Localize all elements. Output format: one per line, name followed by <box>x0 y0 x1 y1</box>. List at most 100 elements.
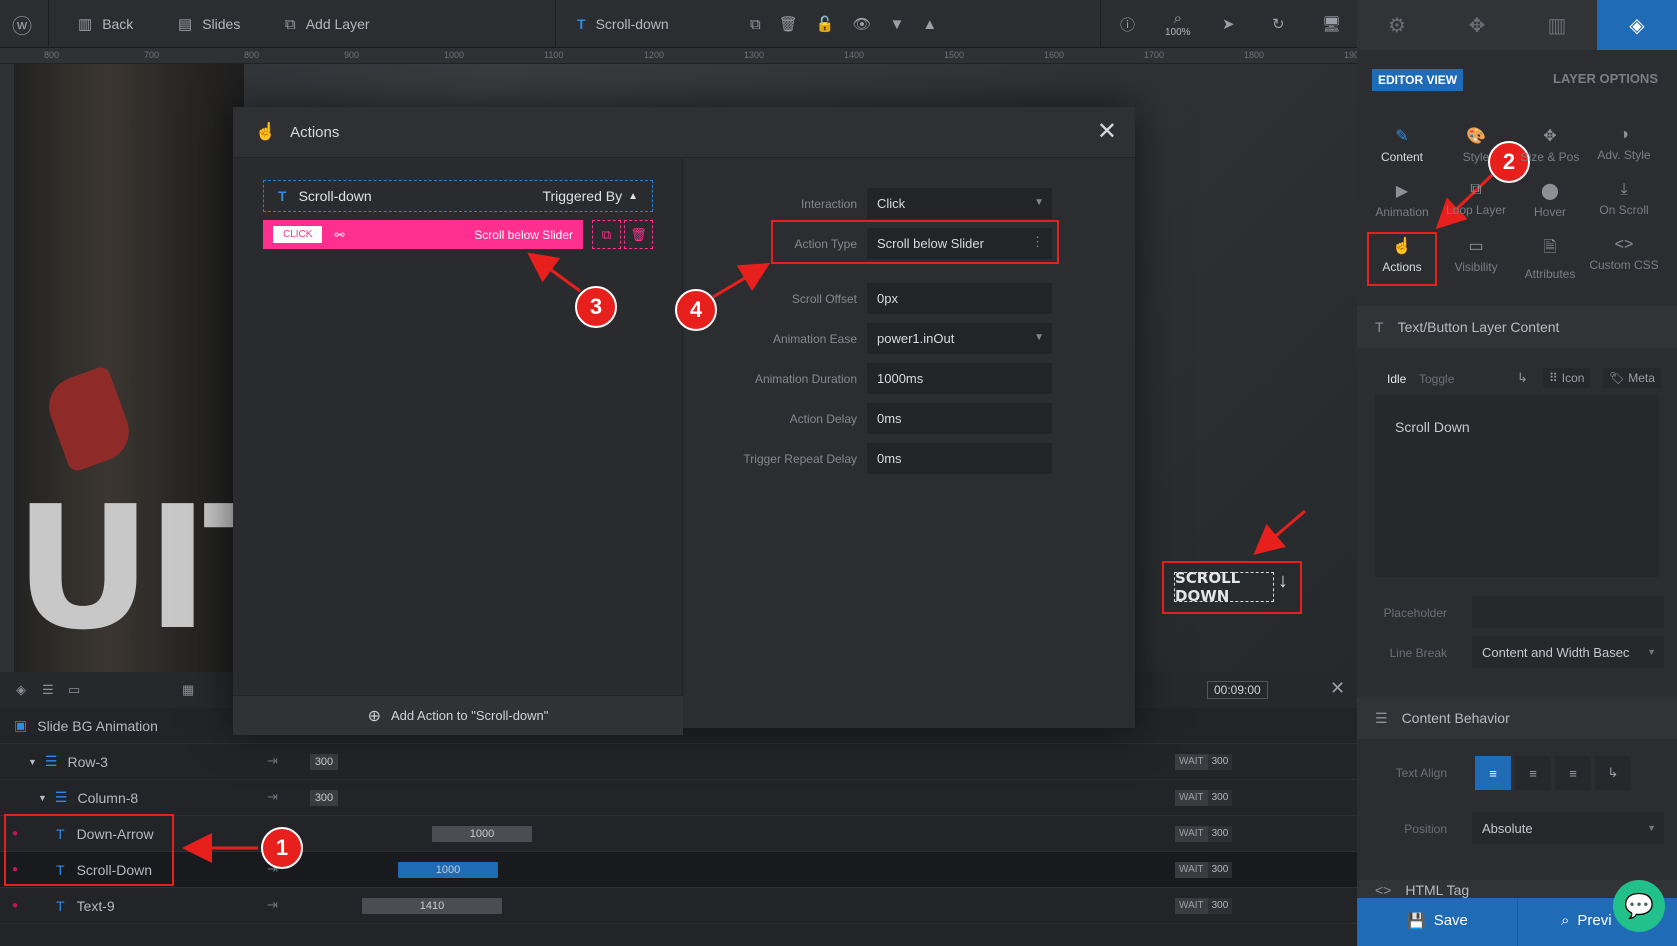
placeholder-input[interactable] <box>1472 596 1664 628</box>
field-label: Trigger Repeat Delay <box>743 452 857 466</box>
option-tab-custom-css[interactable]: <> Custom CSS <box>1587 236 1661 286</box>
editor-view-label[interactable]: EDITOR VIEW <box>1372 69 1464 91</box>
badge-4: 4 <box>675 289 717 331</box>
timeline-wait[interactable]: WAIT 300 <box>1175 862 1233 878</box>
collapse-icon[interactable]: ⇥ <box>267 789 278 805</box>
layer-options-label[interactable]: LAYER OPTIONS <box>1553 71 1658 86</box>
option-tab-size-pos[interactable]: ✥ Size & Pos <box>1513 126 1587 176</box>
timeline-bar[interactable]: 1000 <box>432 826 532 842</box>
field-animation-duration[interactable]: 1000ms <box>867 363 1052 394</box>
ruler-tick: 1400 <box>844 50 865 60</box>
timeline-row-name[interactable]: ● T Text-9 <box>0 888 290 924</box>
chevron-down-icon[interactable]: ▼ <box>890 16 905 33</box>
settings-tab-icon[interactable]: ⚙ <box>1357 0 1437 50</box>
close-icon[interactable]: ✕ <box>1097 117 1117 146</box>
slides-icon: ▤ <box>178 16 193 33</box>
meta-button[interactable]: 🏷 Meta <box>1603 368 1661 388</box>
duplicate-icon[interactable]: ⧉ <box>750 16 761 33</box>
close-timeline-icon[interactable]: ✕ <box>1330 678 1345 699</box>
timeline-row[interactable]: ● T Text-9 ⇥ 1410 WAIT 300 <box>0 888 1357 924</box>
add-layer-button[interactable]: ⧉ Add Layer <box>285 0 370 48</box>
timeline-start[interactable]: 300 <box>310 754 338 770</box>
slides-tab-icon[interactable]: ▥ <box>1517 0 1597 50</box>
line-break-select[interactable]: Content and Width Basec ▼ <box>1472 636 1664 668</box>
layers-icon[interactable]: ◈ <box>16 682 26 698</box>
timeline-wait[interactable]: WAIT 300 <box>1175 754 1233 770</box>
grid-icon[interactable]: ▦ <box>182 682 194 698</box>
field-scroll-offset[interactable]: 0px <box>867 283 1052 314</box>
option-tab-on-scroll[interactable]: ⤓ On Scroll <box>1587 181 1661 231</box>
help-button[interactable]: ⓘ <box>1120 0 1135 48</box>
section-content-behavior[interactable]: ☰ Content Behavior <box>1357 697 1677 739</box>
content-textarea[interactable]: Scroll Down <box>1375 395 1659 577</box>
field-animation-ease[interactable]: power1.inOut ▼ <box>867 323 1052 354</box>
badge-1: 1 <box>261 827 303 869</box>
align-right-icon[interactable]: ≡ <box>1555 756 1591 790</box>
layers-tab-icon[interactable]: ◈ <box>1597 0 1677 50</box>
field-trigger-repeat-delay[interactable]: 0ms <box>867 443 1052 474</box>
collapse-icon[interactable]: ⇥ <box>267 897 278 913</box>
timeline-wait[interactable]: WAIT 300 <box>1175 826 1233 842</box>
timeline-start[interactable]: 300 <box>310 790 338 806</box>
preview-button[interactable]: ⌕ Previ <box>1561 912 1612 929</box>
device-button[interactable]: 🖥 <box>1322 0 1341 48</box>
timeline-row[interactable]: ▼ ☰ Column-8 ⇥ 300 WAIT 300 <box>0 780 1357 816</box>
option-tab-visibility[interactable]: ▭ Visibility <box>1439 236 1513 286</box>
timeline-bar[interactable]: 1000 <box>398 862 498 878</box>
option-tab-icon: ✎ <box>1395 128 1409 145</box>
wordpress-logo-icon[interactable]: ⓦ <box>12 0 32 48</box>
pointer-button[interactable]: ➤ <box>1222 0 1235 48</box>
chevron-up-icon[interactable]: ▲ <box>922 16 937 33</box>
option-tab-adv-style[interactable]: ◑ Adv. Style <box>1587 126 1661 176</box>
action-item[interactable]: CLICK ⚯ Scroll below Slider <box>263 220 583 249</box>
option-tab-hover[interactable]: ⬤ Hover <box>1513 181 1587 231</box>
timeline-row[interactable]: ▼ ☰ Row-3 ⇥ 300 WAIT 300 <box>0 744 1357 780</box>
navigation-tab-icon[interactable]: ✥ <box>1437 0 1517 50</box>
idle-tab[interactable]: Idle <box>1387 372 1406 386</box>
timeline-bar[interactable]: 1410 <box>362 898 502 914</box>
timeline-row[interactable]: ● T Scroll-Down ⇥ 1000 WAIT 300 <box>0 852 1357 888</box>
timeline-row-name[interactable]: ▼ ☰ Column-8 <box>0 780 290 816</box>
trigger-layer-box[interactable]: T Scroll-down Triggered By ▲ <box>263 180 653 212</box>
chat-icon[interactable]: 💬 <box>1613 880 1665 932</box>
delete-action-icon[interactable]: 🗑 <box>624 220 653 249</box>
option-tab-content[interactable]: ✎ Content <box>1365 126 1439 176</box>
wrap-icon[interactable]: ↳ <box>1595 756 1631 790</box>
position-select[interactable]: Absolute ▼ <box>1472 812 1664 844</box>
toggle-tab[interactable]: Toggle <box>1419 372 1454 386</box>
undo-button[interactable]: ↻ <box>1272 0 1285 48</box>
trash-icon[interactable]: 🗑 <box>779 15 798 33</box>
icon-button[interactable]: ⠿ Icon <box>1543 368 1591 388</box>
timeline-wait[interactable]: WAIT 300 <box>1175 898 1233 914</box>
dropdown-icon: ▼ <box>1034 332 1044 343</box>
copy-action-icon[interactable]: ⧉ <box>592 220 621 249</box>
timeline-row[interactable]: ●TDown-Arrow⇥1000WAIT300 <box>0 816 1357 852</box>
option-tab-animation[interactable]: ▶ Animation <box>1365 181 1439 231</box>
lock-icon[interactable]: 🔓 <box>816 15 835 33</box>
align-left-icon[interactable]: ≡ <box>1475 756 1511 790</box>
save-button[interactable]: 💾 Save <box>1407 912 1468 930</box>
timeline-row-name[interactable]: ▼ ☰ Row-3 <box>0 744 290 780</box>
align-center-icon[interactable]: ≡ <box>1515 756 1551 790</box>
section-layer-content[interactable]: T Text/Button Layer Content <box>1357 306 1677 348</box>
option-tab-actions[interactable]: ☝ Actions <box>1365 236 1439 286</box>
line-break-icon[interactable]: ↳ <box>1517 370 1528 386</box>
add-action-button[interactable]: ⊕ Add Action to "Scroll-down" <box>233 695 683 735</box>
list-icon[interactable]: ☰ <box>42 682 54 698</box>
field-action-delay[interactable]: 0ms <box>867 403 1052 434</box>
ruler-tick: 1600 <box>1044 50 1065 60</box>
option-tab-style[interactable]: 🎨 Style <box>1439 126 1513 176</box>
row-icon: ☰ <box>54 789 68 805</box>
eye-icon[interactable]: 👁 <box>852 15 871 33</box>
back-button[interactable]: ▥ Back <box>78 0 133 48</box>
zoom-button[interactable]: ⌕ 100% <box>1165 0 1191 48</box>
option-tab-loop-layer[interactable]: ⧉ Loop Layer <box>1439 181 1513 231</box>
folder-icon[interactable]: ▭ <box>68 682 80 698</box>
timeline-time[interactable]: 00:09:00 <box>1207 681 1268 699</box>
current-layer[interactable]: T Scroll-down <box>577 0 669 48</box>
timeline-wait[interactable]: WAIT 300 <box>1175 790 1233 806</box>
slides-button[interactable]: ▤ Slides <box>178 0 240 48</box>
collapse-icon[interactable]: ⇥ <box>267 753 278 769</box>
field-interaction[interactable]: Click ▼ <box>867 188 1052 219</box>
option-tab-attributes[interactable]: 🗎 Attributes <box>1513 236 1587 286</box>
